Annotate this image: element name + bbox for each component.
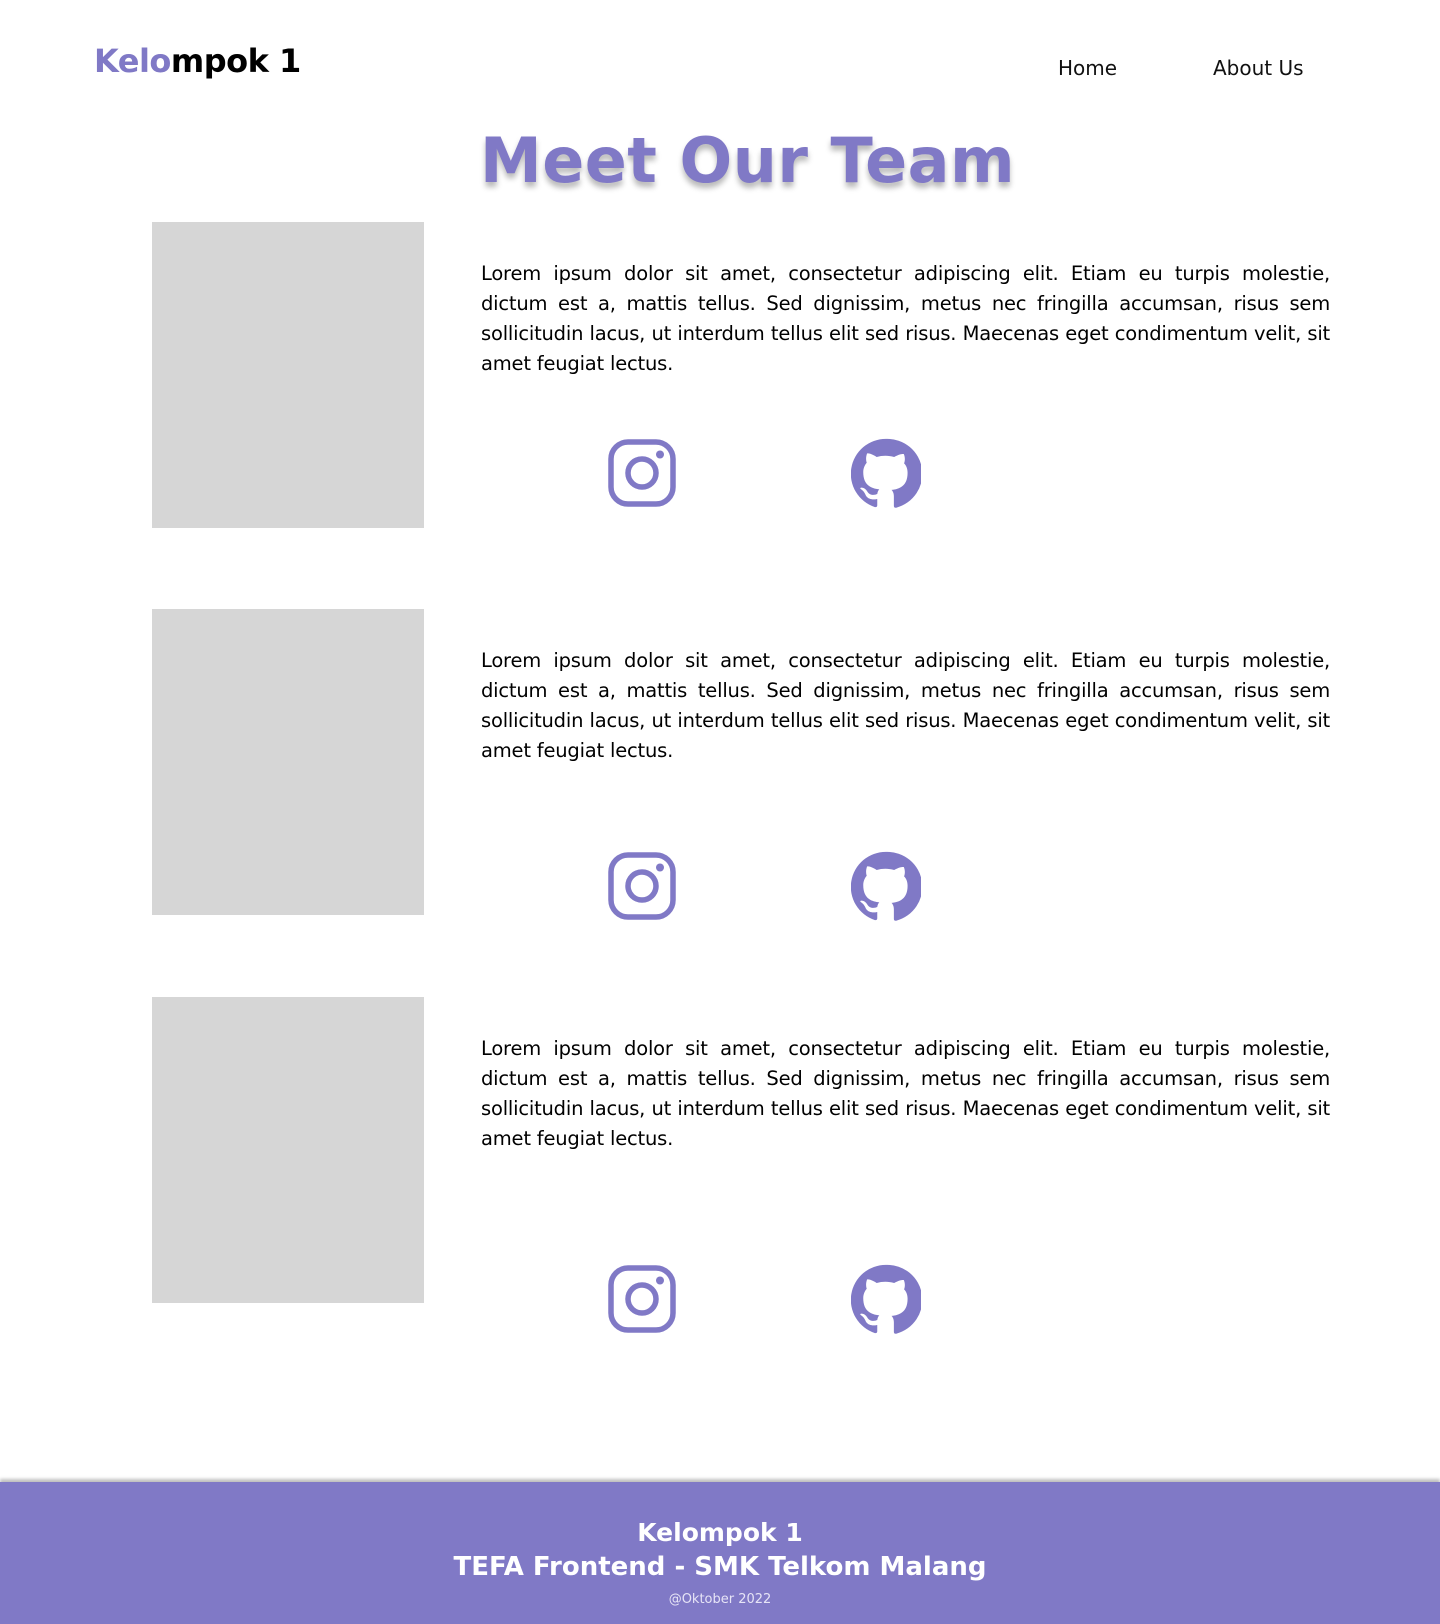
- footer-date: @Oktober 2022: [668, 1592, 772, 1607]
- nav-about-us-link[interactable]: About Us: [1213, 56, 1304, 80]
- instagram-icon[interactable]: [607, 851, 677, 921]
- logo-rest: mpok 1: [170, 42, 301, 80]
- member-photo-placeholder: [152, 222, 424, 528]
- nav-home-link[interactable]: Home: [1058, 56, 1117, 80]
- member-bio: Lorem ipsum dolor sit amet, consectetur …: [481, 262, 1330, 375]
- page-title: Meet Our Team: [480, 124, 1016, 197]
- footer: Kelompok 1 TEFA Frontend - SMK Telkom Ma…: [0, 1482, 1440, 1624]
- github-icon[interactable]: [851, 851, 921, 921]
- logo-accent: Kelo: [94, 42, 171, 80]
- member-photo-placeholder: [152, 609, 424, 915]
- footer-title: Kelompok 1: [637, 1518, 803, 1547]
- member-bio: Lorem ipsum dolor sit amet, consectetur …: [481, 649, 1330, 762]
- instagram-icon[interactable]: [607, 1264, 677, 1334]
- member-bio: Lorem ipsum dolor sit amet, consectetur …: [481, 1037, 1330, 1150]
- github-icon[interactable]: [851, 438, 921, 508]
- footer-subtitle: TEFA Frontend - SMK Telkom Malang: [453, 1552, 987, 1582]
- github-icon[interactable]: [851, 1264, 921, 1334]
- logo[interactable]: Kelompok 1: [94, 42, 301, 80]
- instagram-icon[interactable]: [607, 438, 677, 508]
- member-photo-placeholder: [152, 997, 424, 1303]
- top-navbar: Kelompok 1 Home About Us: [0, 0, 1440, 110]
